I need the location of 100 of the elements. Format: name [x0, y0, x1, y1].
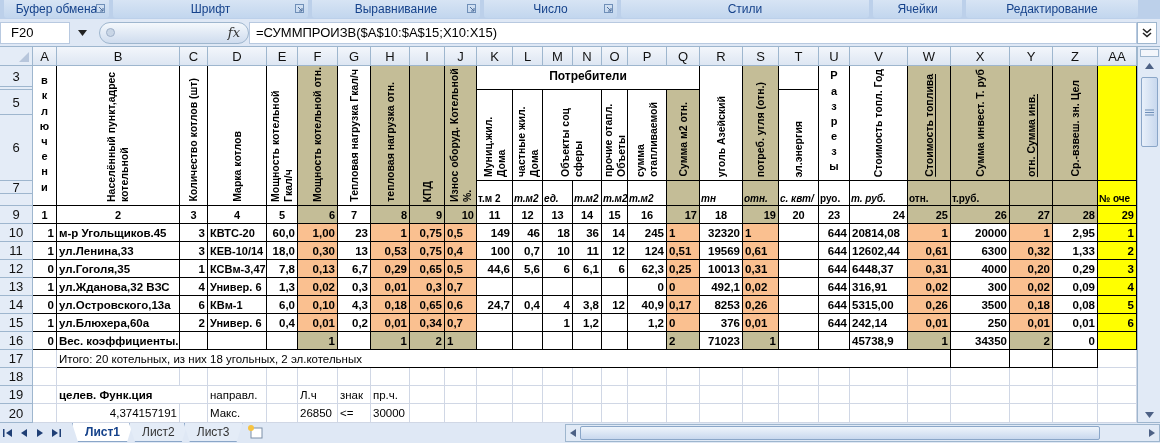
empty-cell	[850, 386, 908, 404]
header-cell: Муниц.жил. Дома	[477, 90, 513, 181]
formula-field[interactable]: =СУММПРОИЗВ($A$10:$A$15;X10:X15)	[249, 21, 1137, 44]
table-cell: 2	[667, 332, 700, 350]
dialog-launcher-icon[interactable]	[467, 4, 476, 13]
insert-function-button[interactable]: fx	[227, 25, 240, 40]
column-letter[interactable]: O	[602, 47, 628, 66]
table-cell: 12	[602, 242, 628, 260]
table-cell: 0,75	[410, 224, 445, 242]
table-cell: 1,3	[267, 278, 298, 296]
column-letter[interactable]: L	[513, 47, 543, 66]
column-letter[interactable]: R	[700, 47, 743, 66]
caret-icon[interactable]	[78, 29, 87, 36]
table-cell: 0	[1053, 332, 1098, 350]
column-letter[interactable]: AA	[1098, 47, 1137, 66]
column-letter[interactable]: H	[371, 47, 410, 66]
row-number[interactable]: 15	[0, 314, 33, 332]
table-cell: 0,3	[338, 278, 371, 296]
empty-cell	[267, 386, 298, 404]
table-cell: 0,61	[743, 242, 779, 260]
dialog-launcher-icon[interactable]	[295, 4, 304, 13]
sheet-tab[interactable]: Лист2	[129, 423, 188, 442]
column-letter[interactable]: F	[298, 47, 338, 66]
row-number[interactable]: 11	[0, 242, 33, 260]
row-number[interactable]: 19	[0, 386, 33, 404]
scrollbar-thumb[interactable]	[579, 426, 1100, 440]
table-cell: 644	[819, 224, 850, 242]
table-cell: 0,02	[1010, 278, 1053, 296]
empty-cell	[667, 386, 700, 404]
row-number[interactable]: 13	[0, 278, 33, 296]
column-letter[interactable]: M	[543, 47, 573, 66]
sheet-tab[interactable]: Лист3	[183, 423, 243, 442]
column-letter[interactable]: P	[628, 47, 667, 66]
scrollbar-thumb[interactable]	[1140, 77, 1158, 147]
table-cell: 0,13	[298, 260, 338, 278]
empty-cell	[410, 368, 445, 386]
unit-cell: отн.	[743, 181, 779, 206]
table-cell: 0,01	[1010, 314, 1053, 332]
empty-cell	[543, 386, 573, 404]
row-number[interactable]: 5	[0, 90, 33, 115]
ribbon-group-label: Стили	[727, 2, 763, 16]
row-number[interactable]: 20	[0, 404, 33, 423]
table-cell: 5,6	[513, 260, 543, 278]
header-cell: потреб. угля (отн.)	[743, 66, 779, 181]
table-cell: 0	[33, 296, 57, 314]
table-cell: 1	[180, 260, 208, 278]
vertical-scrollbar[interactable]	[1137, 47, 1160, 422]
column-letter[interactable]: G	[338, 47, 371, 66]
column-letter[interactable]: I	[410, 47, 445, 66]
table-cell: 644	[819, 260, 850, 278]
row-number[interactable]: 9	[0, 206, 33, 224]
dialog-launcher-icon[interactable]	[604, 4, 613, 13]
row-number[interactable]: 7	[0, 181, 33, 194]
table-cell: 0	[628, 278, 667, 296]
column-letter[interactable]: Z	[1053, 47, 1098, 66]
column-letter[interactable]: E	[267, 47, 298, 66]
column-letter[interactable]: X	[951, 47, 1010, 66]
column-letter[interactable]: T	[779, 47, 819, 66]
table-cell: ул.Островского,13а	[57, 296, 180, 314]
table-cell: 0,20	[1010, 260, 1053, 278]
column-letter[interactable]: K	[477, 47, 513, 66]
empty-cell	[700, 368, 743, 386]
table-cell: 29	[1098, 206, 1137, 224]
table-cell: 0,4	[267, 314, 298, 332]
row-number[interactable]: 14	[0, 296, 33, 314]
table-cell: 3	[180, 224, 208, 242]
column-letter[interactable]: N	[573, 47, 602, 66]
table-cell: 1	[33, 224, 57, 242]
table-cell: 14	[573, 206, 602, 224]
column-letter[interactable]: U	[819, 47, 850, 66]
column-letter[interactable]: C	[180, 47, 208, 66]
row-number[interactable]: 6	[0, 115, 33, 181]
name-box[interactable]: F20	[0, 21, 70, 44]
dialog-launcher-icon[interactable]	[96, 4, 105, 13]
column-letter[interactable]: D	[208, 47, 267, 66]
header-cell: прочие отапл. Объеты	[602, 90, 628, 181]
table-cell: 10	[543, 242, 573, 260]
column-letter[interactable]: S	[743, 47, 779, 66]
column-letter[interactable]: V	[850, 47, 908, 66]
column-letter[interactable]: Q	[667, 47, 700, 66]
row-number[interactable]: 17	[0, 350, 33, 368]
column-letter[interactable]: Y	[1010, 47, 1053, 66]
table-cell: 1	[371, 224, 410, 242]
row-number[interactable]: 12	[0, 260, 33, 278]
column-letter[interactable]: A	[33, 47, 57, 66]
table-cell: КВм-1	[208, 296, 267, 314]
column-letter[interactable]: W	[908, 47, 951, 66]
table-cell: 18	[700, 206, 743, 224]
row-number[interactable]: 3	[0, 66, 33, 87]
horizontal-scrollbar[interactable]	[564, 424, 1160, 442]
row-number[interactable]: 10	[0, 224, 33, 242]
column-letter[interactable]: B	[57, 47, 180, 66]
column-letter[interactable]: J	[445, 47, 477, 66]
row-number[interactable]: 18	[0, 368, 33, 386]
row-number[interactable]: 16	[0, 332, 33, 350]
table-cell: 0,7	[445, 314, 477, 332]
table-cell: 34350	[951, 332, 1010, 350]
table-cell: 60,0	[267, 224, 298, 242]
expand-formula-button[interactable]	[1137, 21, 1157, 44]
empty-cell	[779, 368, 819, 386]
